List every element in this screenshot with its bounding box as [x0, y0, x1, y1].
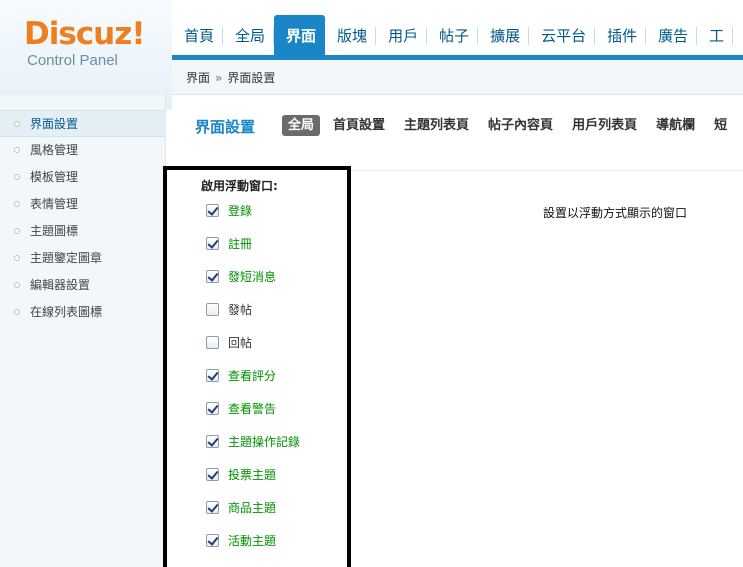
logo[interactable]: Discuz! Control Panel — [0, 0, 172, 110]
checkbox-view-ratings[interactable] — [206, 368, 219, 382]
checkbox-reply[interactable] — [206, 335, 219, 349]
subtab-post-content[interactable]: 帖子內容頁 — [482, 115, 559, 136]
nav-tab-tools[interactable]: 工 — [697, 15, 734, 55]
sidebar-item-editor-settings[interactable]: 編輯器設置 — [0, 272, 166, 299]
sidebar-item-template-management[interactable]: 模板管理 — [0, 164, 166, 191]
checkbox-trade-thread[interactable] — [206, 500, 219, 514]
option-poll-thread[interactable]: 投票主題 — [206, 466, 276, 482]
breadcrumb: 界面 » 界面設置 — [172, 60, 743, 95]
sidebar-item-label: 風格管理 — [30, 143, 79, 157]
page-title: 界面設置 — [195, 118, 256, 136]
option-login[interactable]: 登錄 — [206, 202, 252, 218]
option-label: 發帖 — [228, 302, 253, 317]
sidebar-item-label: 主題圖標 — [30, 224, 79, 238]
subtab-short[interactable]: 短 — [708, 115, 733, 136]
header: Discuz! Control Panel 首頁 全局 界面 版塊 用戶 帖子 … — [0, 0, 743, 110]
bullet-icon — [14, 201, 20, 207]
subtab-member-list[interactable]: 用戶列表頁 — [566, 115, 643, 136]
option-label: 商品主題 — [228, 500, 277, 515]
option-register[interactable]: 註冊 — [206, 235, 252, 251]
breadcrumb-separator: » — [215, 71, 223, 85]
option-label: 回帖 — [228, 335, 253, 350]
nav-tab-cloud[interactable]: 云平台 — [529, 15, 596, 55]
subtab-navbar[interactable]: 導航欄 — [650, 115, 701, 136]
option-label: 註冊 — [228, 236, 253, 251]
sidebar-item-smiley-management[interactable]: 表情管理 — [0, 191, 166, 218]
logo-bang: ! — [131, 16, 145, 52]
option-label: 查看警告 — [228, 401, 277, 416]
sidebar-item-label: 模板管理 — [30, 170, 79, 184]
bullet-icon — [14, 228, 20, 234]
option-view-ratings[interactable]: 查看評分 — [206, 367, 276, 383]
sidebar-item-label: 在線列表圖標 — [30, 305, 103, 319]
checkbox-new-thread[interactable] — [206, 302, 219, 316]
sidebar-item-label: 主題鑒定圖章 — [30, 251, 103, 265]
option-trade-thread[interactable]: 商品主題 — [206, 499, 276, 515]
sidebar-menu: 界面設置 風格管理 模板管理 表情管理 主題圖標 主題鑒定圖章 編輯器設置 在線… — [0, 110, 166, 326]
sidebar-item-label: 界面設置 — [30, 117, 79, 131]
nav-tab-users[interactable]: 用戶 — [376, 15, 428, 55]
checkbox-login[interactable] — [206, 203, 219, 217]
checkbox-register[interactable] — [206, 236, 219, 250]
checkbox-poll-thread[interactable] — [206, 467, 219, 481]
sidebar-item-online-list-icons[interactable]: 在線列表圖標 — [0, 299, 166, 326]
logo-word: Discuz — [24, 16, 132, 52]
nav-tab-forums[interactable]: 版塊 — [325, 15, 377, 55]
option-label: 查看評分 — [228, 368, 277, 383]
nav-tab-plugins[interactable]: 插件 — [595, 15, 647, 55]
bullet-icon — [14, 147, 20, 153]
subtab-home-settings[interactable]: 首頁設置 — [327, 115, 391, 136]
option-label: 主題操作記錄 — [228, 434, 301, 449]
nav-tab-global[interactable]: 全局 — [223, 15, 275, 55]
sidebar-item-label: 編輯器設置 — [30, 278, 91, 292]
floating-windows-label: 啟用浮動窗口: — [201, 179, 278, 193]
subtab-global[interactable]: 全局 — [282, 115, 321, 136]
checkbox-send-message[interactable] — [206, 269, 219, 283]
option-activity-thread[interactable]: 活動主題 — [206, 532, 276, 548]
bullet-icon — [14, 282, 20, 288]
top-navigation: 首頁 全局 界面 版塊 用戶 帖子 擴展 云平台 插件 廣告 工 — [172, 15, 734, 55]
checkbox-activity-thread[interactable] — [206, 533, 219, 547]
bullet-icon — [14, 121, 20, 127]
subtab-thread-list[interactable]: 主題列表頁 — [398, 115, 475, 136]
option-view-warnings[interactable]: 查看警告 — [206, 400, 276, 416]
checkbox-thread-log[interactable] — [206, 434, 219, 448]
option-description: 設置以浮動方式顯示的窗口 — [543, 206, 688, 220]
option-label: 投票主題 — [228, 467, 277, 482]
sidebar-item-thread-icons[interactable]: 主題圖標 — [0, 218, 166, 245]
logo-wordmark: Discuz! — [24, 14, 145, 54]
nav-tab-extensions[interactable]: 擴展 — [478, 15, 530, 55]
option-thread-log[interactable]: 主題操作記錄 — [206, 433, 300, 449]
nav-tab-ads[interactable]: 廣告 — [646, 15, 698, 55]
nav-tab-home[interactable]: 首頁 — [172, 15, 224, 55]
nav-tab-posts[interactable]: 帖子 — [427, 15, 479, 55]
settings-subnav: 全局 首頁設置 主題列表頁 帖子內容頁 用戶列表頁 導航欄 短 — [282, 115, 740, 136]
option-send-message[interactable]: 發短消息 — [206, 268, 276, 284]
bullet-icon — [14, 174, 20, 180]
breadcrumb-current: 界面設置 — [227, 71, 276, 85]
option-reply[interactable]: 回帖 — [206, 334, 252, 350]
option-new-thread[interactable]: 發帖 — [206, 301, 252, 317]
sidebar-item-thread-stamps[interactable]: 主題鑒定圖章 — [0, 245, 166, 272]
bullet-icon — [14, 309, 20, 315]
sidebar-item-interface-settings[interactable]: 界面設置 — [0, 110, 166, 137]
sidebar-item-label: 表情管理 — [30, 197, 79, 211]
checkbox-view-warnings[interactable] — [206, 401, 219, 415]
logo-subtitle: Control Panel — [27, 52, 118, 69]
sidebar: 界面設置 風格管理 模板管理 表情管理 主題圖標 主題鑒定圖章 編輯器設置 在線… — [0, 95, 166, 567]
option-label: 發短消息 — [228, 269, 277, 284]
option-label: 活動主題 — [228, 533, 277, 548]
sidebar-item-style-management[interactable]: 風格管理 — [0, 137, 166, 164]
breadcrumb-root[interactable]: 界面 — [186, 71, 210, 85]
bullet-icon — [14, 255, 20, 261]
nav-tab-interface[interactable]: 界面 — [274, 15, 326, 55]
option-label: 登錄 — [228, 203, 253, 218]
